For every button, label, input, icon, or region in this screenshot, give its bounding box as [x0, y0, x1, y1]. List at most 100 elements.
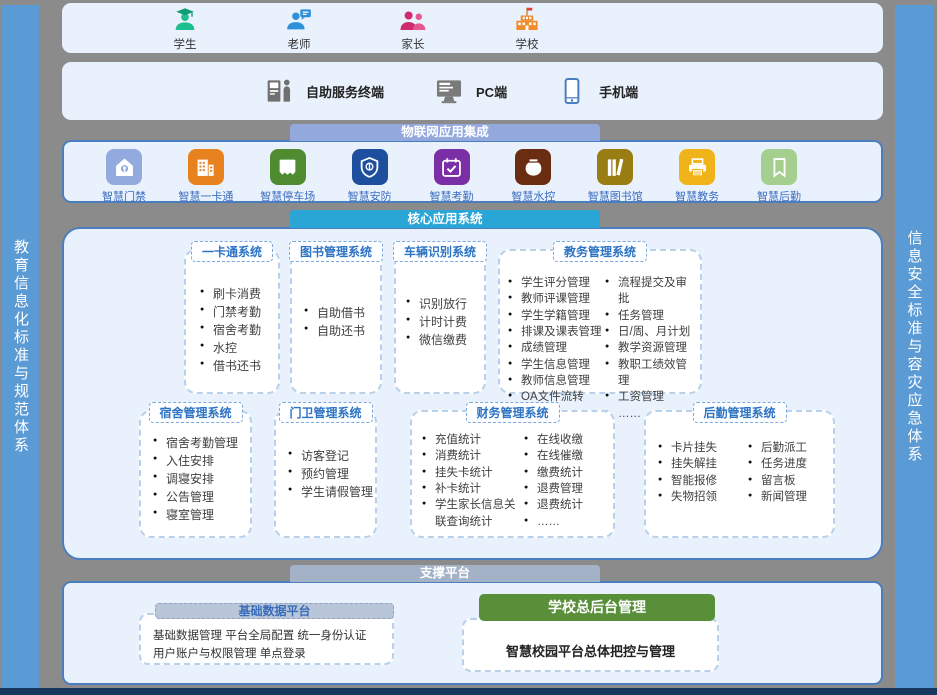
iot-section-tab: 物联网应用集成	[290, 124, 600, 141]
school-admin-desc: 智慧校园平台总体把控与管理	[506, 641, 675, 660]
iot-label: 智慧一卡通	[178, 188, 233, 204]
door-access-icon	[106, 149, 142, 185]
list-item: 成绩管理	[508, 340, 605, 356]
list-item: 充值统计	[422, 432, 524, 448]
right-standard-bar: 信息安全标准与容灾应急体系	[895, 5, 933, 688]
two-column-list: 充值统计消费统计挂失卡统计补卡统计学生家长信息关联查询统计 在线收缴在线催缴缴费…	[422, 432, 611, 530]
support-section-tab: 支撑平台	[290, 565, 600, 582]
list-item: 借书还书	[200, 357, 274, 375]
school-admin-box: 智慧校园平台总体把控与管理	[462, 618, 719, 672]
list-item: 新闻管理	[748, 489, 831, 505]
iot-item-library: 智慧图书馆	[583, 149, 647, 204]
list-item: 任务管理	[605, 308, 698, 324]
kiosk-icon	[262, 74, 296, 108]
main-column: 学生 老师 家长 学校	[57, 0, 888, 695]
list-item: 调寝安排	[153, 470, 248, 488]
student-icon	[170, 5, 200, 35]
water-control-icon	[515, 149, 551, 185]
school-admin-header: 学校总后台管理	[479, 594, 715, 621]
list-item: 智能报修	[658, 473, 748, 489]
system-box-title: 财务管理系统	[465, 402, 559, 423]
system-item-list: 宿舍考勤管理入住安排调寝安排公告管理寝室管理	[153, 434, 248, 524]
list-item: 工资管理	[605, 389, 698, 405]
iot-item-one-card: 智慧一卡通	[174, 149, 238, 204]
list-item: 寝室管理	[153, 506, 248, 524]
two-column-list: 学生评分管理教师评课管理学生学籍管理排课及课表管理成绩管理学生信息管理教师信息管…	[508, 275, 698, 422]
list-item: 消费统计	[422, 448, 524, 464]
terminal-item-mobile: 手机端	[555, 74, 638, 108]
user-item-teacher: 老师	[271, 5, 327, 52]
base-data-platform-box: 基础数据管理 平台全局配置 统一身份认证 用户账户与权限管理 单点登录	[139, 613, 394, 665]
user-item-school: 学校	[499, 5, 555, 52]
system-item-list: 流程提交及审批任务管理日/周、月计划教学资源管理教职工绩效管理工资管理……	[605, 275, 698, 422]
list-item: 计时计费	[406, 313, 480, 331]
list-item: 日/周、月计划	[605, 324, 698, 340]
system-item-list: 后勤派工任务进度留言板新闻管理	[748, 440, 831, 505]
iot-label: 智慧教务	[675, 188, 719, 204]
list-item: 退费管理	[524, 481, 611, 497]
terminal-item-pc: PC端	[432, 74, 507, 108]
one-card-icon	[188, 149, 224, 185]
library-icon	[597, 149, 633, 185]
system-item-list: 在线收缴在线催缴缴费统计退费管理退费统计……	[524, 432, 611, 530]
list-item: 排课及课表管理	[508, 324, 605, 340]
user-item-parents: 家长	[385, 5, 441, 52]
list-item: 教师评课管理	[508, 291, 605, 307]
terminal-label: 手机端	[599, 82, 638, 101]
system-box-one-card: 一卡通系统 刷卡消费门禁考勤宿舍考勤水控借书还书	[184, 249, 280, 394]
list-item: 在线收缴	[524, 432, 611, 448]
base-platform-line1: 基础数据管理 平台全局配置 统一身份认证	[153, 628, 392, 646]
list-item: 学生学籍管理	[508, 308, 605, 324]
parents-icon	[398, 5, 428, 35]
system-box-title: 宿舍管理系统	[148, 402, 242, 423]
list-item: 任务进度	[748, 456, 831, 472]
iot-label: 智慧考勤	[430, 188, 474, 204]
list-item: 水控	[200, 339, 274, 357]
list-item: 预约管理	[288, 465, 373, 483]
iot-item-water-control: 智慧水控	[501, 149, 565, 204]
academic-icon	[679, 149, 715, 185]
list-item: 留言板	[748, 473, 831, 489]
iot-label: 智慧门禁	[102, 188, 146, 204]
list-item: 补卡统计	[422, 481, 524, 497]
list-item: 宿舍考勤管理	[153, 434, 248, 452]
system-box-logistics-mgmt: 后勤管理系统 卡片挂失挂失解挂智能报修失物招领 后勤派工任务进度留言板新闻管理	[644, 410, 835, 538]
system-box-library-mgmt: 图书管理系统 自助借书自助还书	[290, 249, 382, 394]
iot-item-door-access: 智慧门禁	[92, 149, 156, 204]
list-item: 后勤派工	[748, 440, 831, 456]
list-item: 教学资源管理	[605, 340, 698, 356]
parking-icon	[270, 149, 306, 185]
list-item: 刷卡消费	[200, 285, 274, 303]
list-item: 退费统计	[524, 497, 611, 513]
list-item: 教师信息管理	[508, 373, 605, 389]
phone-icon	[555, 74, 589, 108]
list-item: 微信缴费	[406, 331, 480, 349]
list-item: 学生评分管理	[508, 275, 605, 291]
system-item-list: 充值统计消费统计挂失卡统计补卡统计学生家长信息关联查询统计	[422, 432, 524, 530]
left-standard-bar: 教育信息化标准与规范体系	[2, 5, 39, 688]
system-box-vehicle: 车辆识别系统 识别放行计时计费微信缴费	[394, 249, 486, 394]
system-item-list: 访客登记预约管理学生请假管理	[288, 447, 373, 501]
teacher-icon	[284, 5, 314, 35]
base-platform-line2: 用户账户与权限管理 单点登录	[153, 646, 392, 664]
pc-icon	[432, 74, 466, 108]
user-label: 学生	[174, 36, 197, 52]
system-item-list: 识别放行计时计费微信缴费	[406, 295, 480, 349]
list-item: 学生请假管理	[288, 483, 373, 501]
user-label: 家长	[402, 36, 425, 52]
iot-item-security: 智慧安防	[338, 149, 402, 204]
system-box-title: 车辆识别系统	[393, 241, 487, 262]
user-label: 老师	[288, 36, 311, 52]
iot-item-attendance: 智慧考勤	[420, 149, 484, 204]
attendance-icon	[434, 149, 470, 185]
list-item: 卡片挂失	[658, 440, 748, 456]
system-box-title: 后勤管理系统	[692, 402, 786, 423]
iot-label: 智慧图书馆	[588, 188, 643, 204]
list-item: 访客登记	[288, 447, 373, 465]
iot-item-academic: 智慧教务	[665, 149, 729, 204]
iot-label: 智慧水控	[511, 188, 555, 204]
list-item: 入住安排	[153, 452, 248, 470]
system-box-finance: 财务管理系统 充值统计消费统计挂失卡统计补卡统计学生家长信息关联查询统计 在线收…	[410, 410, 615, 538]
list-item: 学生信息管理	[508, 357, 605, 373]
terminals-row: 自助服务终端 PC端 手机端	[62, 62, 883, 120]
